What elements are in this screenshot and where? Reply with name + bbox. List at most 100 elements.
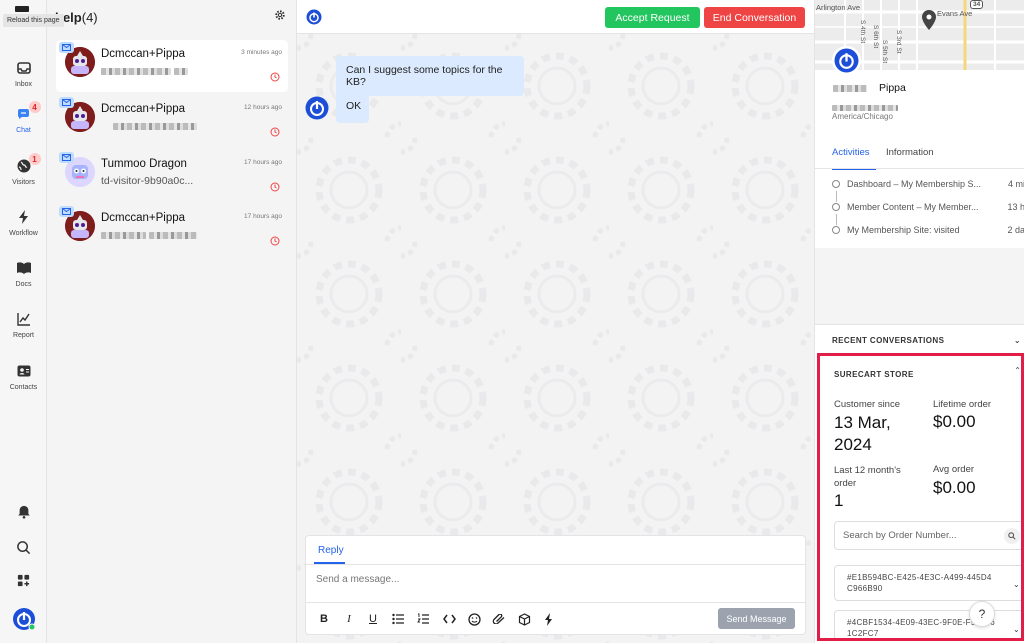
attachment-icon[interactable] <box>491 611 507 627</box>
timeline-line <box>836 191 837 202</box>
visitors-badge: 1 <box>28 153 41 165</box>
send-message-button[interactable]: Send Message <box>718 608 795 629</box>
rail-label: Visitors <box>12 179 35 186</box>
conversation-item[interactable]: Dcmccan+Pippa 17 hours ago <box>56 204 288 256</box>
map-label: S 3rd St <box>895 30 902 54</box>
conversation-time: 17 hours ago <box>244 213 282 220</box>
chat-logo-icon <box>306 9 322 30</box>
emoji-icon[interactable] <box>466 611 482 627</box>
activity-item[interactable]: Dashboard – My Membership S... 4 mi <box>832 179 1024 189</box>
panel-spacer <box>815 248 1024 324</box>
search-icon[interactable] <box>0 540 47 555</box>
conversation-item[interactable]: Tummoo Dragon td-visitor-9b90a0c... 17 h… <box>56 150 288 202</box>
order-search-input[interactable] <box>843 530 993 541</box>
recent-conversations-header[interactable]: RECENT CONVERSATIONS ⌄ <box>815 324 1024 352</box>
rail-item-report[interactable]: Report <box>0 303 47 347</box>
order-item[interactable]: #4CBF1534-4E09-43EC-9F0E-F505F61C2FC7 ⌄ <box>834 610 1021 638</box>
tab-information[interactable]: Information <box>886 147 934 158</box>
tab-reply[interactable]: Reply <box>318 545 344 556</box>
tab-activities[interactable]: Activities <box>832 147 869 158</box>
conversation-preview <box>101 229 197 241</box>
underline-icon[interactable]: U <box>365 611 381 627</box>
list-header: help (4) <box>47 0 296 34</box>
search-icon[interactable] <box>1004 528 1020 544</box>
map-label: Arlington Ave <box>816 3 861 12</box>
rail-item-visitors[interactable]: 1 Visitors <box>0 150 47 194</box>
bullet-list-icon[interactable] <box>390 611 406 627</box>
chevron-down-icon: ⌄ <box>1013 336 1021 345</box>
globe-icon: 1 <box>16 153 41 174</box>
chat-message: Can I suggest some topics for the KB? <box>336 56 524 96</box>
knowledge-base-icon[interactable] <box>516 611 532 627</box>
apps-icon[interactable] <box>0 573 47 588</box>
numbered-list-icon[interactable] <box>415 611 431 627</box>
contact-avatar-icon <box>832 46 861 75</box>
activity-time: 4 mi <box>1003 179 1024 189</box>
rail-label: Inbox <box>14 81 33 88</box>
mail-icon <box>59 152 74 163</box>
rail-label: Docs <box>15 281 32 288</box>
italic-icon[interactable]: I <box>341 611 357 627</box>
map-label: S 5th St <box>881 40 888 64</box>
conversation-preview <box>101 120 197 132</box>
avg-order-value: $0.00 <box>933 478 976 497</box>
map-label: Evans Ave <box>937 9 973 18</box>
chevron-down-icon: ⌄ <box>1012 580 1020 589</box>
activity-text: Dashboard – My Membership S... <box>847 179 982 189</box>
divider <box>815 168 1024 169</box>
chevron-up-icon[interactable]: ⌃ <box>1014 366 1021 375</box>
contact-panel: Arlington Ave Evans Ave S 4th St S 3rd S… <box>814 0 1024 643</box>
lifetime-order-value: $0.00 <box>933 412 976 431</box>
conversation-time: 12 hours ago <box>244 104 282 111</box>
rail-label: Chat <box>16 127 31 134</box>
activity-item[interactable]: Member Content – My Member... 13 h <box>832 202 1024 212</box>
clock-icon <box>270 233 280 251</box>
conversation-preview <box>101 65 188 77</box>
divider <box>306 564 805 565</box>
message-input[interactable] <box>316 574 796 585</box>
rail-item-contacts[interactable]: Contacts <box>0 355 47 399</box>
contact-name-text: Pippa <box>879 82 906 94</box>
chart-icon <box>16 311 32 327</box>
last-12-month-value: 1 <box>834 491 844 510</box>
customer-since-value: 13 Mar, 2024 <box>834 413 891 454</box>
bell-icon[interactable] <box>0 505 47 519</box>
activity-dot-icon <box>832 226 840 234</box>
accept-request-button[interactable]: Accept Request <box>605 7 700 28</box>
end-conversation-button[interactable]: End Conversation <box>704 7 805 28</box>
conversation-item[interactable]: Dcmccan+Pippa 12 hours ago <box>56 95 288 147</box>
message-composer: Reply B I U Send Message <box>305 535 806 635</box>
clock-icon <box>270 69 280 87</box>
rail-item-workflow[interactable]: Workflow <box>0 201 47 245</box>
code-icon[interactable] <box>441 611 457 627</box>
chat-icon: 4 <box>16 101 41 122</box>
conversation-time: 3 minutes ago <box>241 49 282 56</box>
conversation-name: Dcmccan+Pippa <box>101 212 186 224</box>
list-count: (4) <box>81 9 98 25</box>
mail-icon <box>59 97 74 108</box>
help-button[interactable]: ? <box>969 601 995 627</box>
activity-text: My Membership Site: visited <box>847 225 960 235</box>
gear-icon[interactable] <box>274 9 286 24</box>
conversation-item[interactable]: Dcmccan+Pippa 3 minutes ago <box>56 40 288 92</box>
rail-item-inbox[interactable]: Inbox <box>0 52 47 96</box>
timeline-line <box>836 214 837 225</box>
map-pin-icon <box>922 10 936 35</box>
activity-time: 2 da <box>1003 225 1024 235</box>
divider <box>306 602 805 603</box>
order-search-field <box>834 521 1021 550</box>
conversation-list: help (4) Dcmccan+Pippa 3 minutes ago Dcmc… <box>47 0 297 643</box>
rail-item-chat[interactable]: 4 Chat <box>0 98 47 142</box>
activity-item[interactable]: My Membership Site: visited 2 da <box>832 225 1024 235</box>
reload-icon[interactable] <box>15 6 29 12</box>
order-item[interactable]: #E1B594BC-E425-4E3C-A499-445D4C966B90 ⌄ <box>834 565 1021 601</box>
rail-label: Report <box>12 332 34 339</box>
map-label: S 4th St <box>859 20 866 44</box>
conversation-name: Dcmccan+Pippa <box>101 48 186 60</box>
bold-icon[interactable]: B <box>316 611 332 627</box>
mail-icon <box>59 42 74 53</box>
user-logo-icon[interactable] <box>0 607 47 631</box>
bolt-icon[interactable] <box>541 611 557 627</box>
contact-name: Pippa <box>833 82 906 94</box>
rail-item-docs[interactable]: Docs <box>0 252 47 296</box>
